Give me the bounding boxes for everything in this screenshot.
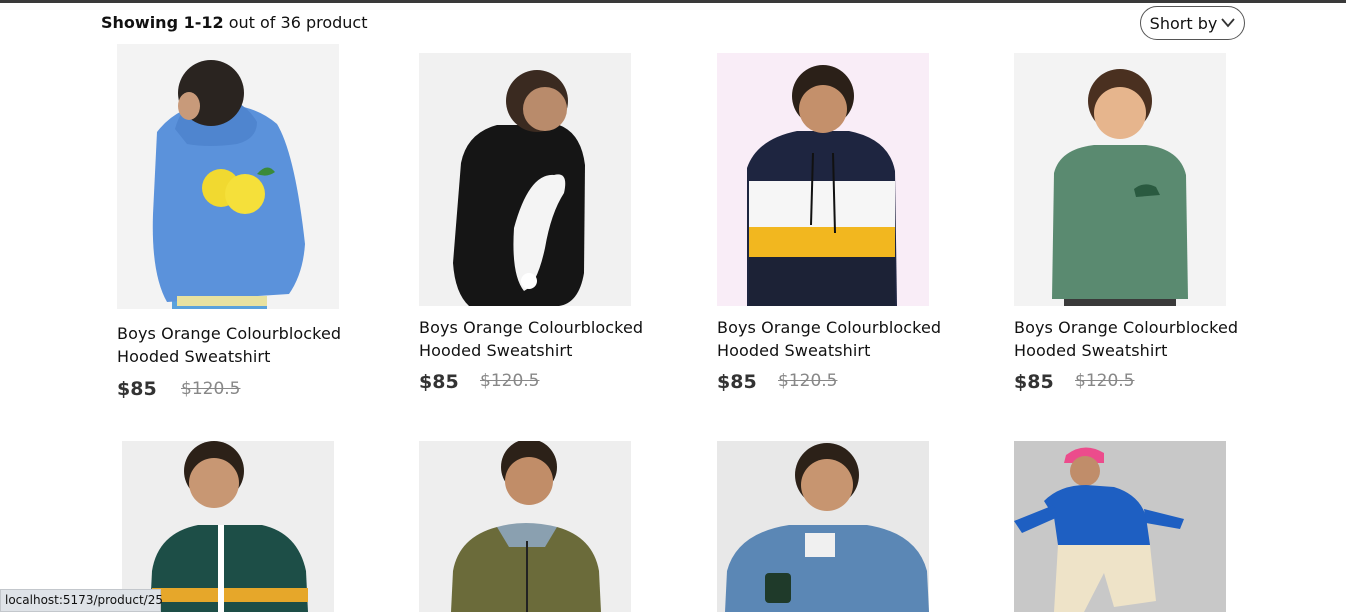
product-image[interactable] [122, 441, 334, 612]
product-image[interactable] [717, 441, 929, 612]
product-image[interactable] [117, 44, 339, 309]
chevron-down-icon [1221, 18, 1236, 28]
top-border [0, 0, 1346, 3]
product-name[interactable]: Boys Orange Colourblocked Hooded Sweatsh… [117, 322, 357, 368]
product-name[interactable]: Boys Orange Colourblocked Hooded Sweatsh… [717, 316, 957, 362]
results-count: Showing 1-12 out of 36 product [101, 13, 368, 32]
product-image[interactable] [419, 441, 631, 612]
product-image[interactable] [1014, 441, 1226, 612]
product-price: $85 [717, 371, 757, 393]
product-old-price: $120.5 [778, 371, 838, 391]
product-old-price: $120.5 [480, 371, 540, 391]
sort-by-label: Short by [1149, 13, 1218, 33]
product-price: $85 [1014, 371, 1054, 393]
product-old-price: $120.5 [181, 379, 241, 399]
product-old-price: $120.5 [1075, 371, 1135, 391]
product-price: $85 [117, 378, 157, 400]
product-image[interactable] [717, 53, 929, 306]
sort-by-button[interactable]: Short by [1140, 6, 1245, 40]
product-name[interactable]: Boys Orange Colourblocked Hooded Sweatsh… [419, 316, 659, 362]
product-image[interactable] [419, 53, 631, 306]
product-price: $85 [419, 371, 459, 393]
status-bar-url: localhost:5173/product/25 [0, 589, 163, 612]
product-name[interactable]: Boys Orange Colourblocked Hooded Sweatsh… [1014, 316, 1254, 362]
product-image[interactable] [1014, 53, 1226, 306]
